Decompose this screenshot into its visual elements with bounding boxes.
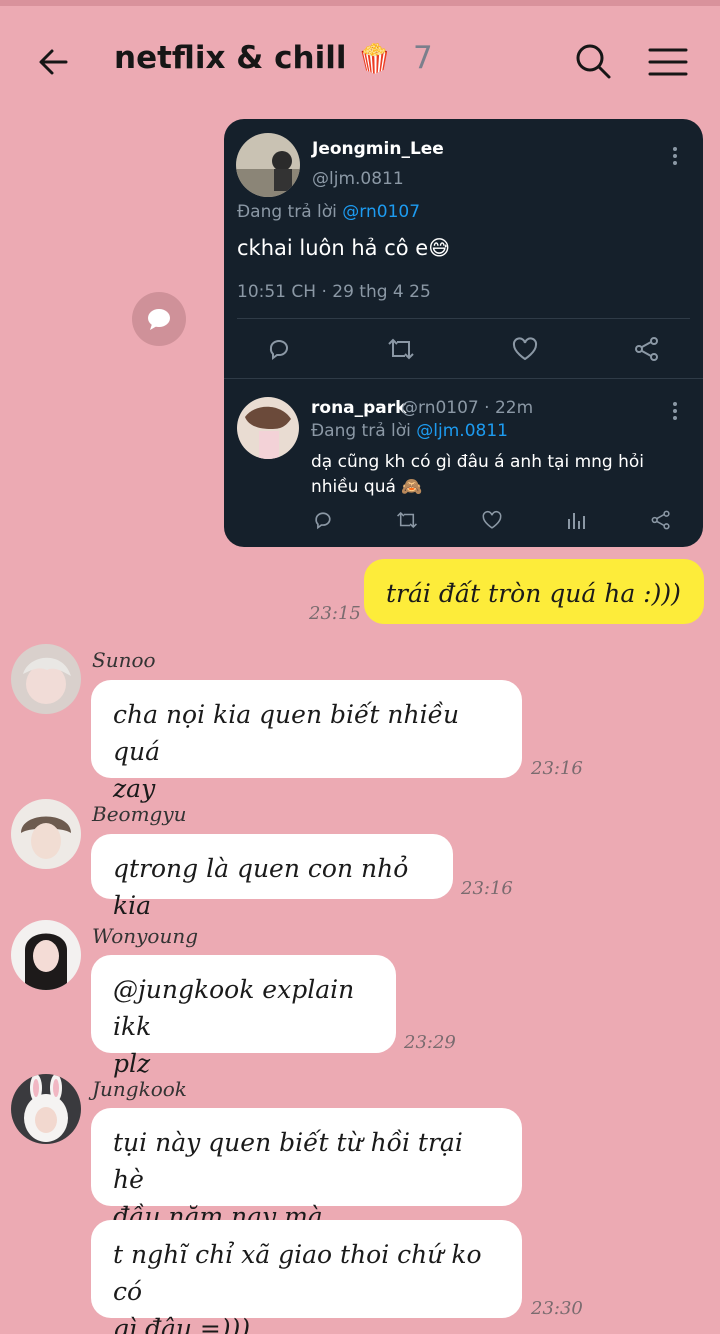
message-line: cha nọi kia quen biết nhiều quá: [113, 700, 460, 766]
shared-tweet-card[interactable]: Jeongmin_Lee @ljm.0811 Đang trả lời @rn0…: [224, 119, 703, 547]
tweet-author-name[interactable]: Jeongmin_Lee: [312, 139, 444, 159]
chat-title-text: netflix & chill: [114, 40, 347, 76]
reply-text: dạ cũng kh có gì đâu á anh tại mng hỏi n…: [311, 452, 645, 497]
popcorn-emoji: 🍿: [357, 42, 393, 75]
search-icon[interactable]: [572, 40, 614, 82]
message-line: @jungkook explain ikk: [113, 975, 355, 1041]
share-bubble-icon[interactable]: [132, 292, 186, 346]
my-message-bubble[interactable]: trái đất tròn quá ha :))): [364, 559, 704, 624]
avatar[interactable]: [11, 644, 81, 714]
retweet-icon[interactable]: [387, 336, 415, 366]
views-icon[interactable]: [566, 509, 588, 535]
divider: [237, 318, 690, 319]
share-icon[interactable]: [650, 509, 672, 535]
message-bubble[interactable]: tụi này quen biết từ hồi trại hè đầu năm…: [91, 1108, 522, 1231]
message-time: 23:15: [309, 603, 361, 624]
message-bubble[interactable]: cha nọi kia quen biết nhiều quá zay: [91, 680, 522, 803]
message-bubble[interactable]: qtrong là quen con nhỏ kia: [91, 834, 453, 920]
chat-title[interactable]: netflix & chill 🍿 7: [114, 40, 433, 76]
like-icon[interactable]: [511, 336, 539, 366]
message-line: t nghĩ chỉ xã giao thoi chứ ko có: [113, 1240, 482, 1306]
replying-to-link[interactable]: @rn0107: [342, 202, 420, 222]
message-time: 23:29: [404, 1032, 456, 1053]
message-bubble[interactable]: t nghĩ chỉ xã giao thoi chứ ko có gì đâu…: [91, 1220, 522, 1334]
replying-to: Đang trả lời @rn0107: [237, 202, 421, 222]
divider: [224, 378, 703, 379]
message-time: 23:30: [531, 1298, 583, 1319]
avatar: [237, 397, 299, 459]
share-icon[interactable]: [633, 336, 661, 366]
sender-name: Wonyoung: [92, 924, 199, 948]
message-time: 23:16: [531, 758, 583, 779]
sender-name: Sunoo: [92, 648, 156, 672]
like-icon[interactable]: [481, 509, 503, 535]
message-line: tụi này quen biết từ hồi trại hè: [113, 1128, 463, 1194]
reply-icon[interactable]: [312, 509, 334, 535]
message-bubble[interactable]: @jungkook explain ikk plz: [91, 955, 396, 1078]
reply-replying-to: Đang trả lời @ljm.0811: [311, 421, 508, 441]
reply-author-meta: @rn0107 · 22m: [401, 398, 534, 418]
tweet-text: ckhai luôn hả cô e😅: [237, 236, 451, 260]
avatar[interactable]: [11, 1074, 81, 1144]
tweet-timestamp: 10:51 CH · 29 thg 4 25: [237, 282, 431, 302]
reply-icon[interactable]: [266, 336, 292, 366]
sender-name: Jungkook: [92, 1077, 187, 1101]
avatar[interactable]: [11, 799, 81, 869]
reply-author-name[interactable]: rona_park: [311, 398, 406, 418]
tweet-author-handle: @ljm.0811: [312, 169, 404, 189]
retweet-icon[interactable]: [396, 509, 418, 535]
message-time: 23:16: [461, 878, 513, 899]
message-line: gì đâu =))): [113, 1314, 251, 1334]
sender-name: Beomgyu: [92, 802, 187, 826]
hamburger-menu-icon[interactable]: [646, 40, 690, 84]
message-text: trái đất tròn quá ha :))): [386, 579, 681, 608]
chat-header: netflix & chill 🍿 7: [0, 6, 720, 110]
more-icon[interactable]: [673, 402, 679, 423]
avatar[interactable]: [11, 920, 81, 990]
message-text: qtrong là quen con nhỏ kia: [113, 854, 409, 920]
back-arrow-icon[interactable]: [32, 40, 76, 84]
avatar: [236, 133, 300, 197]
more-icon[interactable]: [673, 147, 679, 168]
reply-replying-to-link[interactable]: @ljm.0811: [416, 421, 508, 441]
member-count: 7: [412, 40, 433, 76]
